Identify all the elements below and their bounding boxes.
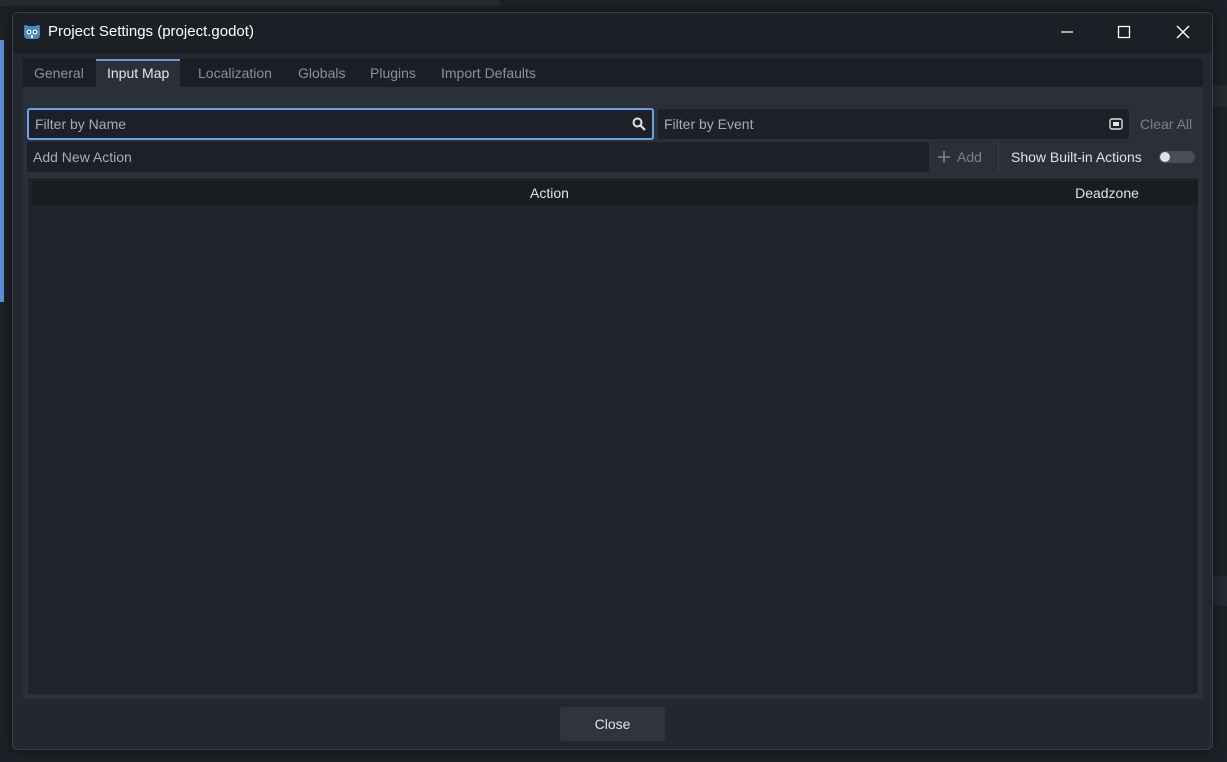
godot-logo-icon: [24, 25, 40, 39]
maximize-button[interactable]: [1095, 13, 1153, 51]
background-editor-top-left: [0, 0, 500, 6]
tab-input-map[interactable]: Input Map: [96, 59, 181, 87]
minimize-icon: [1061, 31, 1073, 33]
background-editor-strip: [1213, 85, 1227, 107]
column-header-deadzone: Deadzone: [1075, 185, 1139, 201]
search-icon: [632, 117, 646, 131]
keyboard-icon[interactable]: [1109, 117, 1123, 131]
tree-header: Action Deadzone: [32, 181, 1198, 205]
maximize-icon: [1117, 25, 1131, 39]
filter-by-name-input[interactable]: [29, 110, 652, 138]
window-title: Project Settings (project.godot): [48, 23, 254, 40]
action-tree[interactable]: Action Deadzone: [27, 177, 1199, 695]
tab-plugins[interactable]: Plugins: [359, 59, 427, 87]
background-editor-strip-bottom: [1213, 576, 1227, 606]
background-editor-selection: [0, 40, 4, 302]
add-new-action-input[interactable]: [27, 142, 929, 172]
toggle-knob: [1160, 152, 1170, 162]
close-icon: [1176, 25, 1190, 39]
add-action-label: Add: [957, 149, 982, 165]
tab-general[interactable]: General: [23, 59, 95, 87]
minimize-button[interactable]: [1038, 13, 1096, 51]
title-bar[interactable]: Project Settings (project.godot): [13, 13, 1212, 53]
show-builtin-actions-toggle[interactable]: [1159, 151, 1195, 163]
column-header-action: Action: [530, 185, 569, 201]
add-new-action-field[interactable]: [27, 142, 929, 172]
filter-by-event-field[interactable]: [658, 109, 1129, 139]
plus-icon: [938, 151, 950, 163]
close-dialog-button[interactable]: Close: [560, 707, 665, 741]
toolbar-divider: [998, 142, 999, 172]
add-action-button[interactable]: Add: [937, 143, 982, 171]
show-builtin-actions-label: Show Built-in Actions: [1011, 149, 1142, 165]
project-settings-dialog: Project Settings (project.godot) General…: [12, 12, 1213, 750]
tab-localization[interactable]: Localization: [187, 59, 283, 87]
clear-all-button[interactable]: Clear All: [1140, 109, 1192, 139]
input-map-panel: Clear All Add Show Built-in Actions Acti…: [23, 87, 1203, 699]
settings-tab-bar: General Input Map Localization Globals P…: [23, 59, 1203, 87]
filter-by-event-input[interactable]: [658, 109, 1129, 139]
tab-import-defaults[interactable]: Import Defaults: [430, 59, 547, 87]
close-window-button[interactable]: [1154, 13, 1212, 51]
filter-by-name-field[interactable]: [27, 108, 654, 140]
tab-globals[interactable]: Globals: [287, 59, 356, 87]
